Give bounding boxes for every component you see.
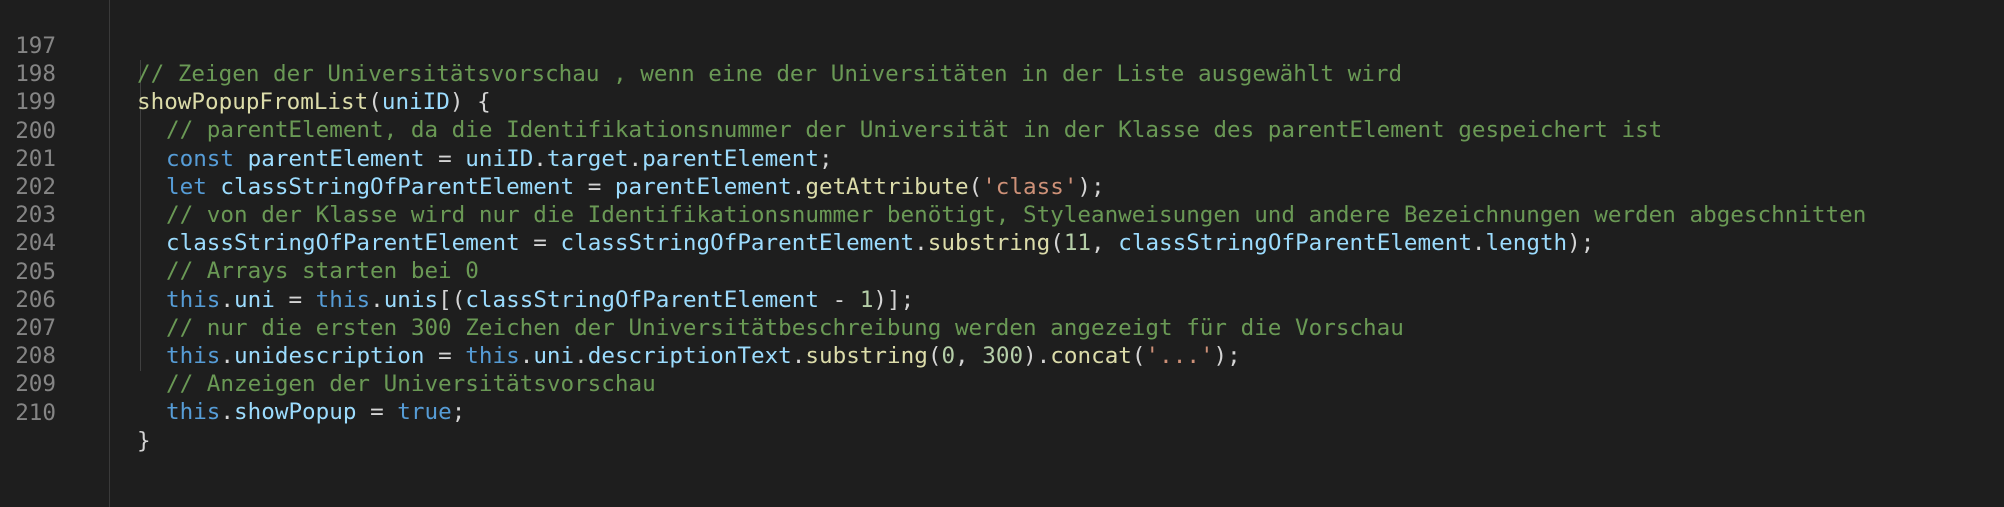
code-line[interactable]: 209 this.showPopup = true; — [0, 342, 2004, 425]
keyword: true — [397, 399, 452, 426]
punctuation: } — [137, 427, 151, 454]
code-line[interactable]: 199 // parentElement, da die Identifikat… — [0, 60, 2004, 143]
keyword: this — [166, 399, 221, 426]
line-number: 210 — [15, 399, 56, 426]
code-line[interactable]: 202 // von der Klasse wird nur die Ident… — [0, 145, 2004, 228]
code-line[interactable]: 203 classStringOfParentElement = classSt… — [0, 173, 2004, 256]
code-line[interactable]: 207 this.unidescription = this.uni.descr… — [0, 286, 2004, 369]
code-line[interactable]: 198 showPopupFromList(uniID) { — [0, 32, 2004, 115]
code-line[interactable]: 208 // Anzeigen der Universitätsvorschau — [0, 314, 2004, 397]
code-line[interactable]: 200 const parentElement = uniID.target.p… — [0, 89, 2004, 172]
punctuation: . — [220, 399, 235, 426]
code-line[interactable]: 205 this.uni = this.unis[(classStringOfP… — [0, 230, 2004, 313]
code-line[interactable]: 206 // nur die ersten 300 Zeichen der Un… — [0, 258, 2004, 341]
punctuation: = — [356, 399, 398, 426]
code-line[interactable]: 210 } — [0, 371, 2004, 454]
code-line[interactable]: 201 let classStringOfParentElement = par… — [0, 117, 2004, 200]
identifier: showPopup — [234, 399, 357, 426]
code-line[interactable]: 204 // Arrays starten bei 0 — [0, 201, 2004, 284]
line-code: } — [137, 427, 151, 455]
line-code: this.showPopup = true; — [166, 398, 465, 426]
punctuation: ; — [451, 399, 466, 426]
code-line[interactable]: 197 // Zeigen der Universitätsvorschau ,… — [0, 4, 2004, 87]
code-editor[interactable]: 197 // Zeigen der Universitätsvorschau ,… — [0, 0, 2004, 507]
